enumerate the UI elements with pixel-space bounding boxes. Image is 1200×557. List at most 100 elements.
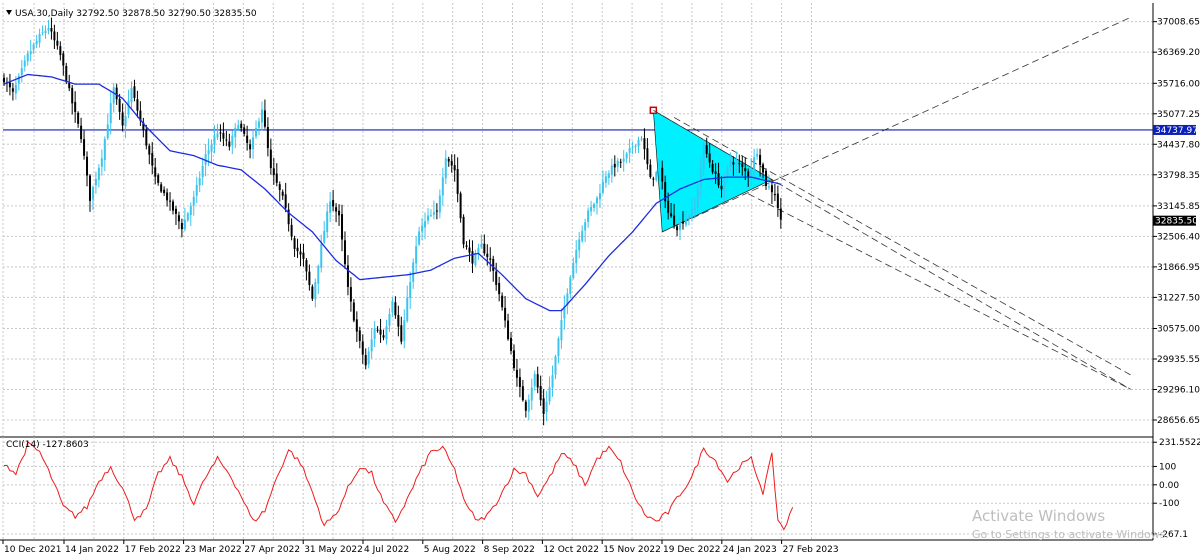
horizontal-level[interactable]: 34737.97 (3, 124, 1198, 136)
candle-body (616, 160, 619, 167)
candle-body (634, 145, 637, 147)
dropdown-triangle-icon[interactable] (6, 10, 12, 15)
candle-body (136, 99, 139, 111)
candle-body (231, 135, 234, 146)
price-tick-label: 28656.65 (1157, 416, 1200, 426)
candle-body (403, 320, 406, 341)
candle-body (41, 32, 44, 34)
candle-body (637, 139, 640, 147)
candle-body (385, 326, 388, 340)
candle-body (530, 387, 533, 401)
candle-body (631, 146, 634, 148)
candle-body (177, 215, 180, 222)
candle-body (581, 230, 584, 241)
candle-body (326, 211, 329, 233)
candle-body (219, 132, 222, 134)
candle-body (124, 116, 127, 127)
candle-body (441, 177, 444, 196)
candle-body (204, 154, 207, 165)
candle-body (234, 127, 237, 138)
candle-body (690, 208, 693, 218)
time-tick-label: 8 Sep 2022 (484, 545, 535, 555)
candle-body (210, 144, 213, 152)
candle-body (341, 214, 344, 240)
candle-body (53, 31, 56, 41)
time-tick-label: 17 Feb 2022 (125, 545, 181, 555)
price-tick-label: 31227.50 (1157, 293, 1200, 303)
candle-body (86, 156, 89, 176)
time-tick-label: 24 Jan 2023 (723, 545, 777, 555)
candle-body (260, 109, 263, 123)
trading-chart[interactable]: 37008.65 36369.20 35716.00 35077.25 34437.80… (0, 0, 1200, 557)
candle-body (257, 121, 260, 128)
candle-body (462, 216, 465, 245)
cci-axis-ticks: 231.55221000.00-100-267.1 (1153, 438, 1200, 540)
candle-body (744, 168, 747, 171)
candle-body (320, 243, 323, 268)
candle-body (367, 351, 370, 365)
candle-body (684, 218, 687, 225)
candle-body (643, 138, 646, 150)
candle-body (649, 164, 652, 177)
candle-body (557, 338, 560, 357)
candle-body (418, 231, 421, 245)
candle-body (222, 133, 225, 139)
candle-body (444, 158, 447, 179)
candle-body (521, 386, 524, 401)
price-tick-label: 36369.20 (1157, 48, 1200, 58)
candle-body (56, 40, 59, 46)
cci-series-line (3, 440, 794, 531)
candle-body (548, 387, 551, 402)
candle-body (118, 99, 121, 112)
candle-body (438, 195, 441, 213)
cci-tick-label: -100 (1159, 499, 1180, 509)
candle-body (687, 215, 690, 218)
candle-body (180, 222, 183, 230)
candle-body (106, 124, 109, 139)
candle-body (225, 139, 228, 141)
main-plot-area[interactable]: 37008.65 36369.20 35716.00 35077.25 34437.80… (2, 3, 1200, 437)
candle-body (747, 171, 750, 177)
candle-body (510, 337, 513, 351)
trend-lines[interactable] (653, 16, 1131, 390)
candle-body (453, 165, 456, 171)
candle-body (587, 210, 590, 222)
candle-body (59, 46, 62, 55)
candle-body (284, 194, 287, 208)
candle-body (281, 191, 284, 196)
candle-body (498, 283, 501, 295)
watermark-title: Activate Windows (972, 507, 1105, 525)
candle-body (759, 154, 762, 165)
price-tick-label: 35077.25 (1157, 110, 1200, 120)
candle-body (32, 44, 35, 50)
dashed-trend-line[interactable] (653, 109, 1131, 390)
time-tick-label: 5 Aug 2022 (424, 545, 476, 555)
candle-body (103, 138, 106, 161)
candle-body (450, 160, 453, 166)
candle-body (8, 82, 11, 88)
candle-body (29, 51, 32, 55)
time-tick-label: 12 Oct 2022 (543, 545, 599, 555)
candle-body (412, 262, 415, 282)
candle-body (17, 75, 20, 84)
dashed-trend-line[interactable] (748, 193, 1131, 390)
time-axis-ticks: 10 Dec 2021 14 Jan 2022 17 Feb 2022 23 Mar … (2, 540, 839, 555)
candle-body (299, 251, 302, 255)
chart-header: USA.30,Daily 32792.50 32878.50 32790.50 … (15, 9, 257, 19)
candle-body (527, 399, 530, 412)
candle-body (38, 33, 41, 43)
candle-body (68, 82, 71, 89)
candle-body (762, 164, 765, 173)
cci-tick-label: 231.5522 (1159, 438, 1200, 448)
candle-body (23, 60, 26, 67)
candle-body (174, 208, 177, 214)
time-tick-label: 19 Dec 2022 (663, 545, 721, 555)
candle-body (130, 87, 133, 103)
time-tick-label: 27 Feb 2023 (783, 545, 839, 555)
candle-body (127, 100, 130, 115)
candle-body (172, 201, 175, 211)
dashed-trend-line[interactable] (662, 16, 1131, 233)
candle-body (569, 277, 572, 294)
candle-body (266, 127, 269, 149)
candle-body (160, 184, 163, 192)
